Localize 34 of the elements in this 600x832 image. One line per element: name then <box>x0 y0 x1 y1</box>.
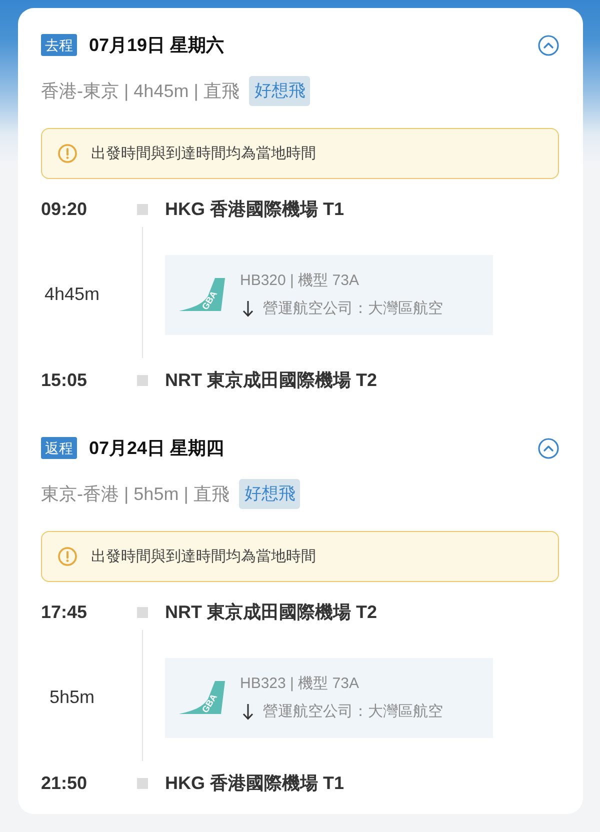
arrival-airport: NRT 東京成田國際機場 T2 <box>165 369 378 391</box>
flight-date: 07月24日 星期四 <box>89 437 224 460</box>
flight-duration: 5h5m <box>49 687 95 708</box>
stop-marker-icon <box>137 606 148 618</box>
stop-marker-icon <box>137 204 148 214</box>
departure-time: 09:20 <box>41 198 88 220</box>
exclamation-circle-icon <box>58 547 77 566</box>
flight-number: HB320 | 機型 73A <box>240 271 360 291</box>
down-arrow-icon <box>242 702 254 720</box>
fare-tag: 好想飛 <box>249 76 310 106</box>
arrival-airport: HKG 香港國際機場 T1 <box>165 772 346 794</box>
route-summary: 東京-香港 | 5h5m | 直飛 <box>41 483 230 506</box>
operating-airline: 營運航空公司：大灣區航空 <box>263 298 443 318</box>
notice-text: 出發時間與到達時間均為當地時間 <box>91 547 316 566</box>
arrival-time: 15:05 <box>41 369 88 391</box>
flight-number: HB323 | 機型 73A <box>240 674 360 694</box>
fare-tag: 好想飛 <box>239 479 300 509</box>
stop-marker-icon <box>137 778 148 788</box>
departure-airport: NRT 東京成田國際機場 T2 <box>165 601 378 623</box>
operating-airline: 營運航空公司：大灣區航空 <box>263 702 443 720</box>
arrival-time: 21:50 <box>41 772 88 794</box>
trip-direction-badge: 返程 <box>41 437 77 459</box>
route-summary: 香港-東京 | 4h45m | 直飛 <box>41 80 240 103</box>
down-arrow-icon <box>242 300 254 316</box>
flight-date: 07月19日 星期六 <box>89 34 224 57</box>
collapse-chevron-icon[interactable] <box>538 34 559 56</box>
departure-time: 17:45 <box>41 601 88 623</box>
notice-text: 出發時間與到達時間均為當地時間 <box>91 144 316 163</box>
flight-duration: 4h45m <box>44 284 100 305</box>
exclamation-circle-icon <box>58 144 77 163</box>
stop-marker-icon <box>137 374 148 386</box>
trip-direction-badge: 去程 <box>41 34 77 56</box>
departure-airport: HKG 香港國際機場 T1 <box>165 198 346 220</box>
collapse-chevron-icon[interactable] <box>538 438 559 458</box>
